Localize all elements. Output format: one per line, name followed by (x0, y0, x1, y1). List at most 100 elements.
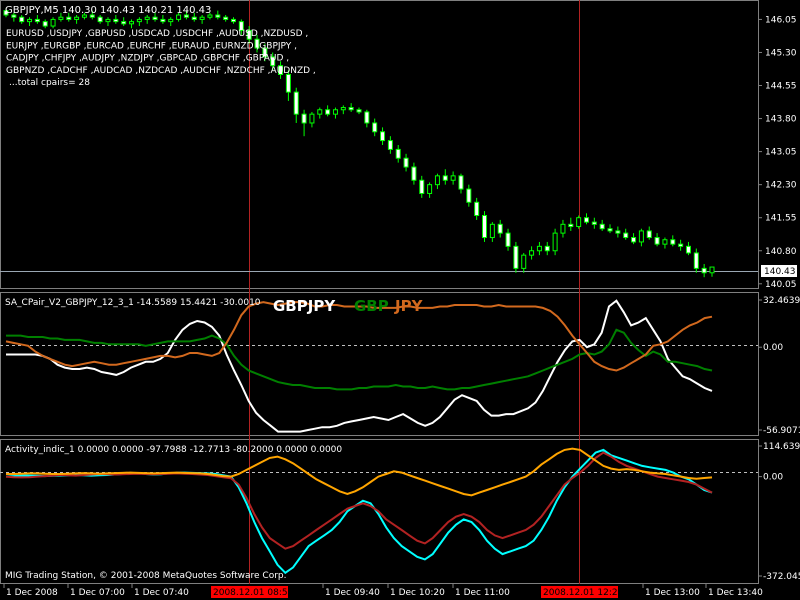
candle[interactable] (121, 21, 127, 25)
candle[interactable] (285, 74, 291, 93)
candle[interactable] (607, 228, 613, 232)
candle[interactable] (129, 21, 135, 25)
candle[interactable] (191, 16, 197, 20)
candle[interactable] (168, 18, 174, 23)
candle[interactable] (325, 109, 331, 115)
candle[interactable] (215, 14, 221, 18)
candle[interactable] (332, 109, 338, 115)
candle[interactable] (105, 18, 111, 23)
candle[interactable] (42, 21, 48, 27)
candle[interactable] (223, 16, 229, 20)
candle[interactable] (160, 18, 166, 23)
candle[interactable] (74, 16, 80, 20)
legend-gbpjpy: GBPJPY (273, 297, 336, 315)
candle[interactable] (693, 252, 699, 269)
current-price-label: 140.43 (764, 267, 796, 277)
candle[interactable] (19, 16, 25, 23)
candle[interactable] (419, 179, 425, 194)
activity-series[interactable] (5, 447, 713, 575)
candle[interactable] (152, 16, 158, 20)
price-tick-label: 142.30 (765, 181, 797, 191)
candle[interactable] (34, 18, 40, 23)
candle[interactable] (631, 237, 637, 243)
candle[interactable] (709, 266, 715, 274)
indicator-tick-label: -372.045 (763, 572, 800, 582)
candle[interactable] (646, 230, 652, 239)
candle[interactable] (544, 245, 550, 252)
candle[interactable] (348, 107, 354, 111)
candle[interactable] (340, 107, 346, 111)
indicator-tick-label: 0.00 (763, 473, 783, 483)
candle[interactable] (497, 223, 503, 234)
candle[interactable] (113, 18, 119, 23)
candle[interactable] (466, 188, 472, 203)
candle[interactable] (387, 140, 393, 150)
candle[interactable] (685, 245, 691, 254)
candle[interactable] (372, 122, 378, 133)
candle[interactable] (427, 184, 433, 194)
price-scales: 146.05 145.30 144.55 143.80 143.05 142.30 141.… (758, 15, 800, 582)
activity-line-cyan[interactable] (5, 448, 713, 575)
price-tick-label: 145.30 (765, 48, 797, 58)
candle[interactable] (560, 223, 566, 234)
candle[interactable] (678, 243, 684, 247)
candle[interactable] (199, 16, 205, 20)
candle[interactable] (552, 232, 558, 252)
candle[interactable] (591, 221, 597, 225)
candle[interactable] (458, 175, 464, 190)
price-tick-label: 143.05 (765, 148, 797, 158)
candle[interactable] (27, 18, 33, 23)
activity-line-orange[interactable] (6, 447, 713, 497)
candle[interactable] (230, 18, 236, 23)
candle[interactable] (317, 109, 323, 115)
candle[interactable] (474, 201, 480, 216)
candle[interactable] (583, 217, 589, 223)
candle[interactable] (403, 157, 409, 168)
candle[interactable] (442, 175, 448, 181)
candle[interactable] (97, 16, 103, 23)
candle[interactable] (623, 232, 629, 239)
pairs-line: ...total cpairs= 28 (9, 78, 90, 88)
candle[interactable] (662, 239, 668, 245)
candle[interactable] (411, 166, 417, 181)
indicator-tick-label: 114.6396 (763, 442, 800, 452)
candle[interactable] (50, 18, 56, 27)
candle[interactable] (58, 16, 64, 20)
candle[interactable] (536, 245, 542, 252)
candle[interactable] (434, 175, 440, 186)
candle[interactable] (701, 267, 707, 274)
candle[interactable] (670, 239, 676, 245)
indicator-tick-label: 32.4639 (763, 296, 800, 306)
candle[interactable] (654, 237, 660, 245)
candle[interactable] (576, 217, 582, 228)
candle[interactable] (638, 230, 644, 243)
candle[interactable] (521, 254, 527, 269)
candle[interactable] (529, 250, 535, 256)
candle[interactable] (293, 91, 299, 115)
candle[interactable] (395, 148, 401, 159)
candle[interactable] (505, 232, 511, 247)
candle[interactable] (66, 16, 72, 20)
gbpjpy-line[interactable] (6, 299, 713, 433)
price-pane-title: GBPJPY,M5 140.30 140.43 140.21 140.43 (5, 5, 211, 16)
candle[interactable] (489, 223, 495, 239)
candle[interactable] (513, 245, 519, 269)
candle[interactable] (380, 131, 386, 142)
price-tick-label: 146.05 (765, 15, 797, 25)
candle[interactable] (450, 175, 456, 181)
candle[interactable] (364, 111, 370, 124)
candle[interactable] (615, 230, 621, 234)
time-marker-label: 2008.12.01 08:55 (213, 588, 293, 598)
gbp-line[interactable] (6, 328, 713, 391)
terminal-chart: 146.05 145.30 144.55 143.80 143.05 142.30 141.… (0, 0, 800, 598)
candle[interactable] (301, 113, 307, 124)
candle[interactable] (599, 223, 605, 230)
candle[interactable] (136, 18, 142, 23)
candle[interactable] (356, 109, 362, 113)
price-tick-label: 144.55 (765, 82, 797, 92)
candle[interactable] (568, 223, 574, 228)
candle[interactable] (309, 113, 315, 124)
cpair-series[interactable] (5, 299, 713, 433)
candle[interactable] (144, 16, 150, 20)
candle[interactable] (482, 215, 488, 239)
